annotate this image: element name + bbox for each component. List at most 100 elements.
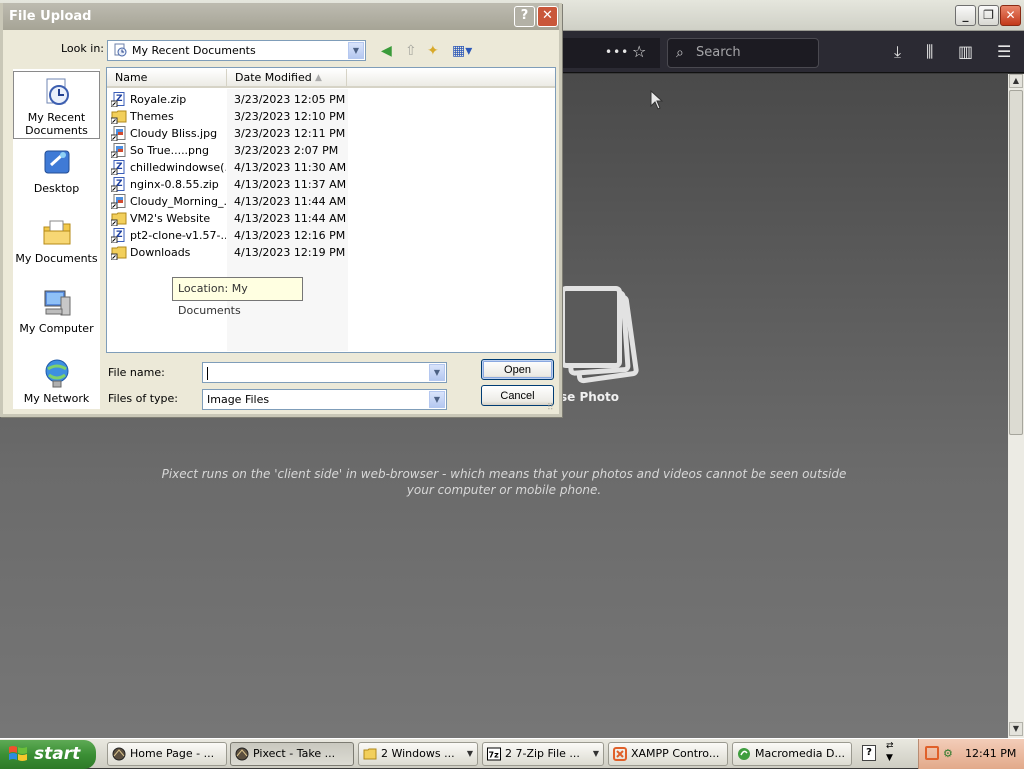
file-row[interactable]: VM2's Website 4/13/2023 11:44 AM	[110, 210, 351, 227]
taskbar-button[interactable]: 2 Windows ... ▼	[358, 742, 478, 766]
place-my-recent-documents[interactable]: My Recent Documents	[13, 71, 100, 139]
browser-icon	[112, 747, 126, 761]
file-name: nginx-0.8.55.zip	[130, 178, 219, 191]
file-name: VM2's Website	[130, 212, 211, 225]
places-bar: My Recent Documents Desktop My Documents	[13, 69, 100, 409]
taskbar-button-label: XAMPP Contro...	[631, 747, 720, 760]
place-my-computer[interactable]: My Computer	[13, 287, 100, 335]
clock[interactable]: 12:41 PM	[965, 739, 1016, 769]
xampp-tray-icon[interactable]	[925, 746, 939, 760]
folder-icon	[363, 747, 377, 761]
search-icon: ⌕	[676, 45, 684, 61]
taskbar-button[interactable]: Home Page - ...	[107, 742, 227, 766]
dialog-close-button[interactable]: ✕	[537, 6, 558, 27]
scroll-down-arrow-icon[interactable]: ▼	[1009, 722, 1023, 736]
library-icon[interactable]: ⫼	[926, 31, 933, 73]
file-name: pt2-clone-v1.57-...	[130, 229, 226, 242]
file-name: Royale.zip	[130, 93, 187, 106]
file-date: 3/23/2023 2:07 PM	[234, 144, 339, 157]
filename-caret	[207, 366, 208, 380]
file-row[interactable]: Downloads 4/13/2023 12:19 PM	[110, 244, 351, 261]
file-name: Cloudy Bliss.jpg	[130, 127, 218, 140]
file-row[interactable]: Zchilledwindowse(... 4/13/2023 11:30 AM	[110, 159, 351, 176]
start-button[interactable]: start	[0, 740, 96, 769]
filename-input[interactable]: ▼	[202, 362, 447, 383]
up-folder-icon[interactable]: ⇧	[405, 43, 417, 59]
group-arrow-icon: ▼	[466, 749, 473, 758]
folder-shortcut-icon	[110, 109, 127, 125]
file-row[interactable]: Themes 3/23/2023 12:10 PM	[110, 108, 351, 125]
lookin-select[interactable]: My Recent Documents ▼	[107, 40, 366, 61]
file-row[interactable]: Zpt2-clone-v1.57-... 4/13/2023 12:16 PM	[110, 227, 351, 244]
file-list[interactable]: Name Date Modified ▲ Z Royale.zip 3/23/202…	[106, 67, 556, 353]
bookmark-star-icon[interactable]: ☆	[632, 31, 646, 73]
file-date: 4/13/2023 11:44 AM	[234, 195, 347, 208]
taskbar-button-label: 2 Windows ...	[381, 747, 455, 760]
chevron-down-icon[interactable]: ▼	[429, 391, 445, 408]
chevron-down-icon[interactable]: ▼	[348, 42, 364, 59]
filename-label: File name:	[108, 366, 165, 379]
taskbar-menu-icon[interactable]: ▼	[886, 753, 893, 763]
restore-button[interactable]: ❐	[978, 5, 999, 26]
file-date: 4/13/2023 11:44 AM	[234, 212, 347, 225]
open-button[interactable]: Open	[481, 359, 554, 380]
recent-documents-icon	[46, 78, 69, 105]
browser-close-button[interactable]: ✕	[1000, 5, 1021, 26]
resize-grip-icon[interactable]: ⠿	[547, 403, 554, 413]
file-row[interactable]: Cloudy_Morning_... 4/13/2023 11:44 AM	[110, 193, 351, 210]
file-name: Themes	[130, 110, 174, 123]
taskbar-button[interactable]: Macromedia D...	[732, 742, 852, 766]
menu-icon[interactable]: ☰	[997, 31, 1011, 73]
taskbar-button[interactable]: 7z 2 7-Zip File ... ▼	[482, 742, 604, 766]
search-input[interactable]: ⌕ Search	[667, 38, 819, 68]
place-desktop[interactable]: Desktop	[13, 147, 100, 195]
view-menu-icon[interactable]: ▦▾	[452, 43, 472, 59]
filetype-value: Image Files	[207, 393, 270, 406]
back-icon[interactable]: ◀	[381, 43, 392, 59]
image-shortcut-icon	[110, 194, 127, 210]
help-button[interactable]: ?	[514, 6, 535, 27]
zip-shortcut-icon: Z	[110, 177, 127, 193]
windows-logo-icon	[9, 746, 27, 761]
scroll-up-arrow-icon[interactable]: ▲	[1009, 74, 1023, 88]
file-row[interactable]: Znginx-0.8.55.zip 4/13/2023 11:37 AM	[110, 176, 351, 193]
file-date: 4/13/2023 11:30 AM	[234, 161, 347, 174]
page-scrollbar[interactable]: ▲ ▼	[1008, 74, 1024, 738]
page-actions-button[interactable]: •••	[605, 31, 629, 73]
svg-text:7z: 7z	[489, 751, 500, 760]
download-icon[interactable]: ⤓	[894, 31, 901, 73]
file-name: So True.....png	[130, 144, 209, 157]
scroll-thumb[interactable]	[1009, 90, 1023, 435]
taskbar-button[interactable]: XAMPP Contro...	[608, 742, 728, 766]
desktop-toggle-icon[interactable]: ⇄	[886, 741, 894, 751]
minimize-button[interactable]: _	[955, 5, 976, 26]
file-row[interactable]: Z Royale.zip 3/23/2023 12:05 PM	[110, 91, 351, 108]
file-row[interactable]: So True.....png 3/23/2023 2:07 PM	[110, 142, 351, 159]
zip-shortcut-icon: Z	[110, 160, 127, 176]
cancel-button[interactable]: Cancel	[481, 385, 554, 406]
place-my-documents[interactable]: My Documents	[13, 217, 100, 265]
network-tray-icon[interactable]: ⚙	[943, 739, 953, 769]
file-row[interactable]: Cloudy Bliss.jpg 3/23/2023 12:11 PM	[110, 125, 351, 142]
filetype-label: Files of type:	[108, 392, 179, 405]
place-my-network[interactable]: My Network	[13, 357, 100, 405]
photo-stack-icon[interactable]	[560, 286, 640, 396]
taskbar-button-label: Pixect - Take ...	[253, 747, 336, 760]
privacy-info-text: Pixect runs on the 'client side' in web-…	[161, 467, 847, 497]
column-header-name[interactable]: Name	[107, 69, 227, 88]
file-date: 4/13/2023 12:16 PM	[234, 229, 346, 242]
help-tray-icon[interactable]: ?	[862, 745, 876, 761]
file-name: chilledwindowse(...	[130, 161, 226, 174]
my-network-icon	[45, 359, 68, 388]
new-folder-icon[interactable]: ✦	[427, 43, 439, 59]
system-tray: ⚙ 12:41 PM	[918, 739, 1024, 769]
taskbar-button[interactable]: Pixect - Take ...	[230, 742, 354, 766]
group-arrow-icon: ▼	[592, 749, 599, 758]
choose-photo-label[interactable]: se Photo	[560, 390, 619, 404]
column-header-date[interactable]: Date Modified ▲	[227, 69, 347, 88]
chevron-down-icon[interactable]: ▼	[429, 364, 445, 381]
file-date: 3/23/2023 12:11 PM	[234, 127, 346, 140]
my-computer-icon	[44, 290, 70, 316]
sidebar-icon[interactable]: ▥	[958, 31, 973, 73]
filetype-select[interactable]: Image Files ▼	[202, 389, 447, 410]
